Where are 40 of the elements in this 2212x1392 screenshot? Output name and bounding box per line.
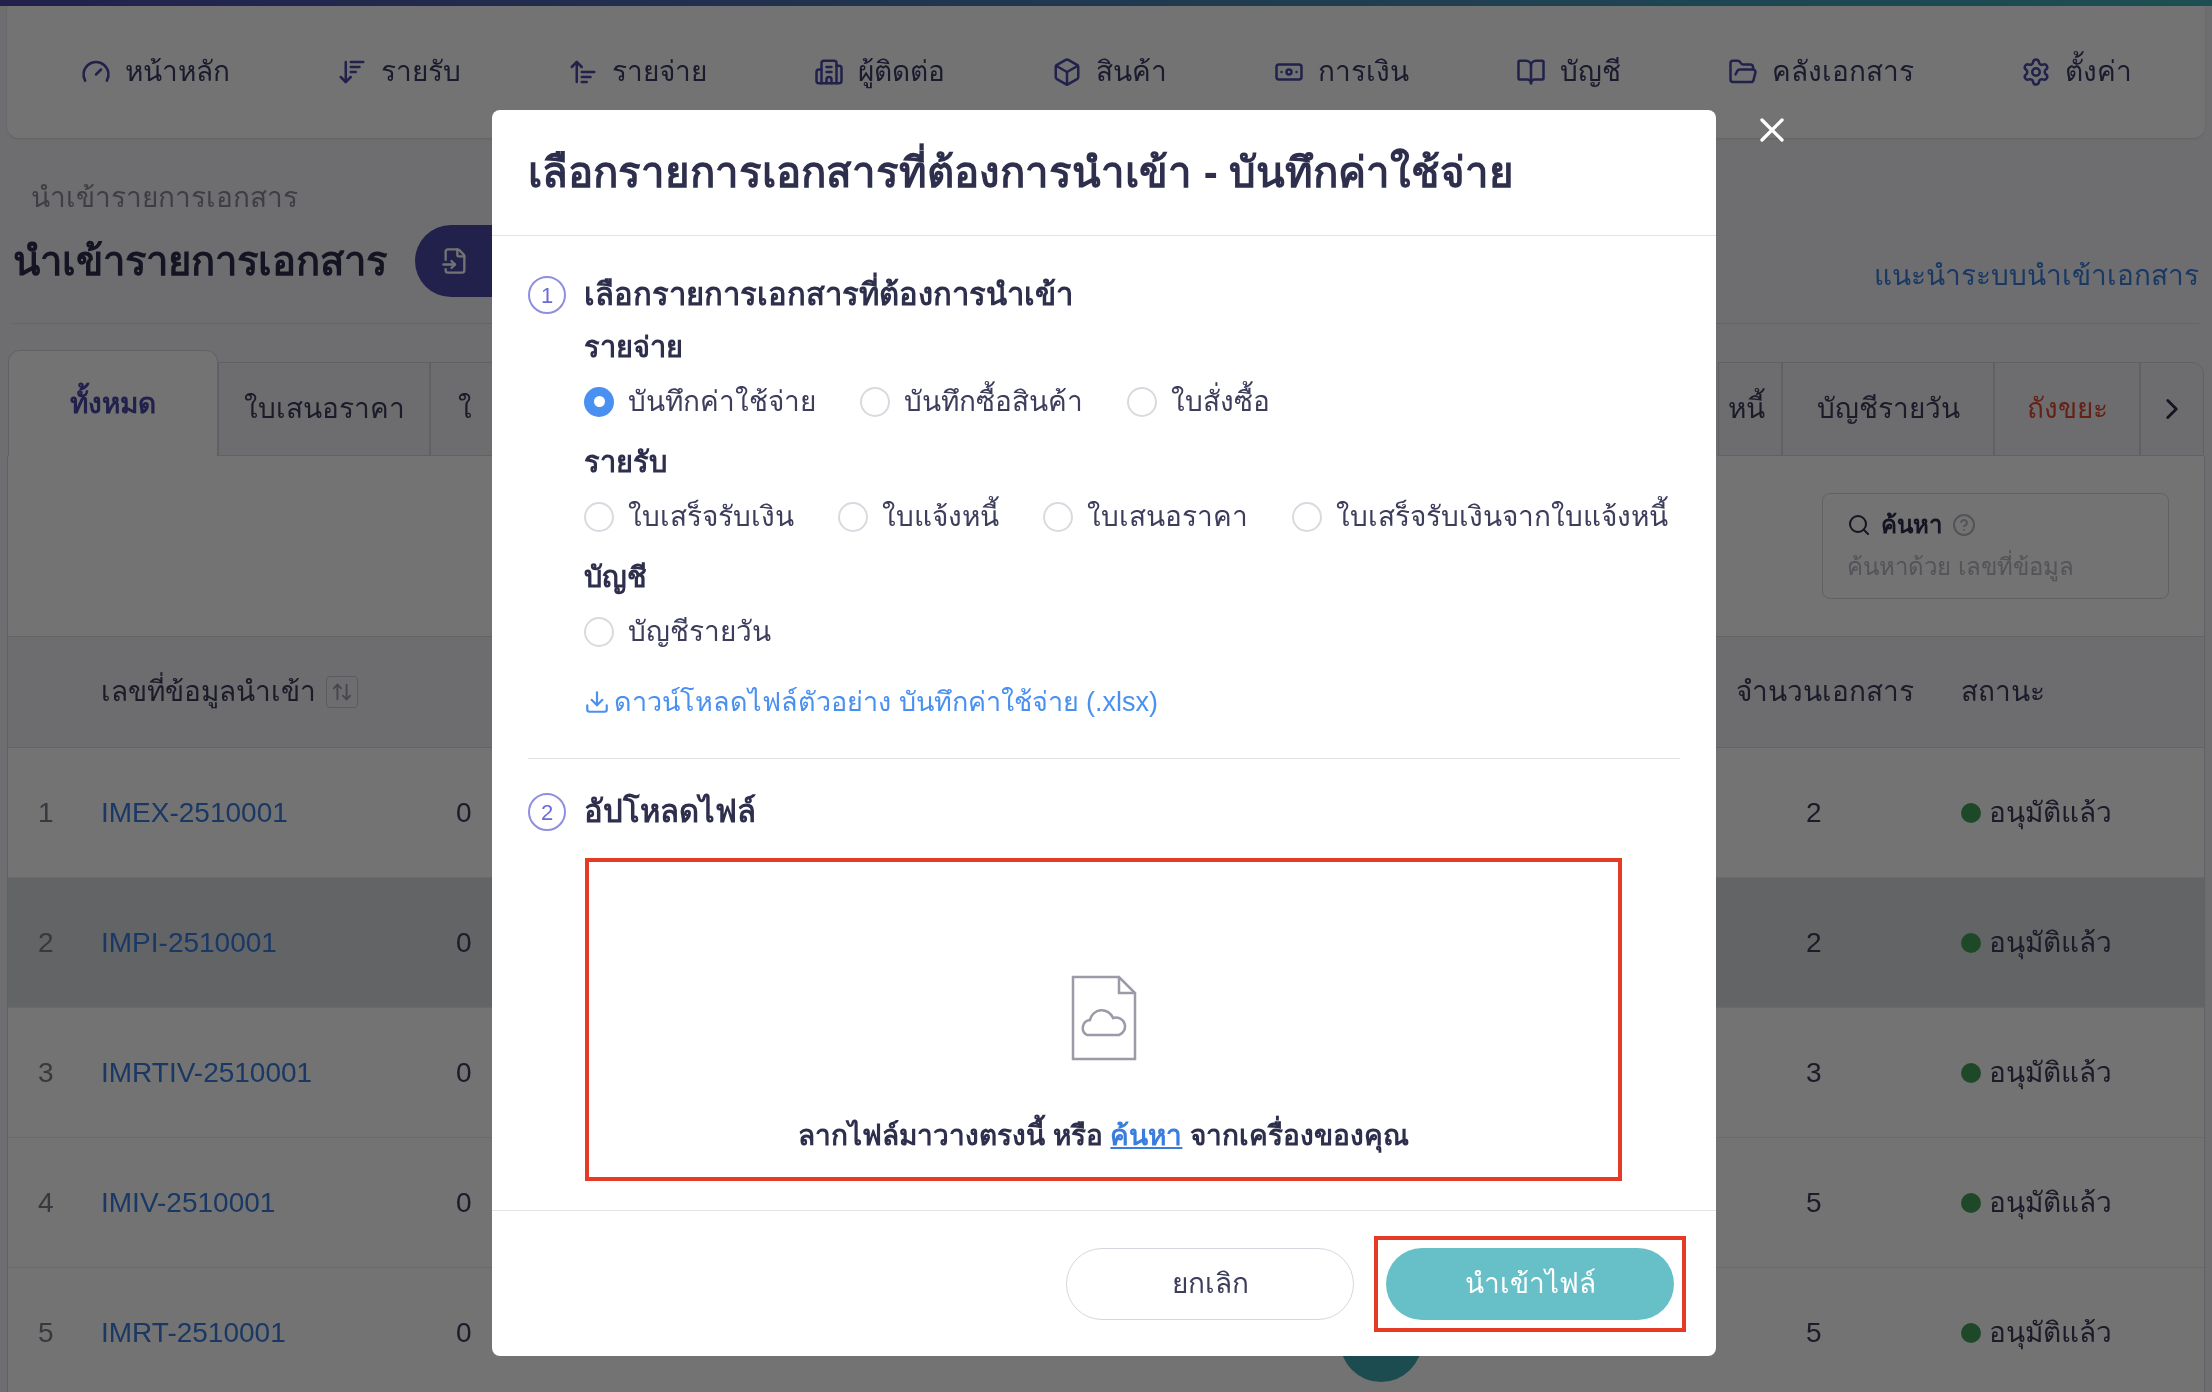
column-header: จำนวนเอกสาร [1736,675,1915,709]
radio-label: ใบแจ้งหนี้ [882,495,999,538]
group-label: รายรับ [584,444,668,480]
dialog-title: เลือกรายการเอกสารที่ต้องการนำเข้า - บันทึกค่าใช้จ่าย [528,141,1515,204]
table-cell-text: 0 [456,1055,472,1090]
table-cell-text: 2 [1805,925,1823,960]
radio-label: บันทึกค่าใช้จ่าย [628,384,816,419]
row-number: 1 [37,795,55,830]
search-label: ค้นหา [1881,510,1942,540]
step-title: อัปโหลดไฟล์ [584,792,756,831]
status-label: อนุมัติแล้ว [1989,1055,2112,1092]
column-header: สถานะ [1961,675,2046,709]
radio-label: ใบสั่งซื้อ [1171,380,1270,423]
table-cell-text: 0 [456,1315,472,1350]
group-label: รายจ่าย [584,329,684,365]
step-number: 1 [528,276,566,315]
step-number: 2 [528,793,566,832]
step-title: เลือกรายการเอกสารที่ต้องการนำเข้า [584,272,1073,319]
radio-label: ใบเสนอราคา [1087,499,1248,534]
row-number: 3 [37,1055,55,1090]
row-number: 5 [37,1315,55,1350]
radio-label: ใบเสร็จรับเงิน [628,498,794,534]
radio-label: บันทึกซื้อสินค้า [904,380,1083,423]
table-cell-text: 5 [1805,1185,1823,1220]
table-cell-text: 0 [456,795,472,830]
table-cell-text: 5 [1805,1315,1823,1350]
row-number: 4 [37,1185,55,1220]
radio-label: บัญชีรายวัน [628,614,771,649]
table-cell-text: 3 [1805,1055,1823,1090]
status-label: อนุมัติแล้ว [1989,1315,2112,1352]
status-label: อนุมัติแล้ว [1989,925,2112,962]
status-label: อนุมัติแล้ว [1989,1185,2112,1222]
table-cell-text: 0 [456,1185,472,1220]
table-cell-text: 2 [1805,795,1823,830]
column-header: เลขที่ข้อมูลนำเข้า [101,671,316,713]
dropzone-text: ลากไฟล์มาวางตรงนี้ หรือ ค้นหา จากเครื่องของคุณ [797,1114,1410,1157]
status-label: อนุมัติแล้ว [1989,795,2112,832]
page-title: นำเข้ารายการเอกสาร [13,238,387,285]
group-label: บัญชี [584,559,648,597]
table-cell-text: 0 [456,925,472,960]
